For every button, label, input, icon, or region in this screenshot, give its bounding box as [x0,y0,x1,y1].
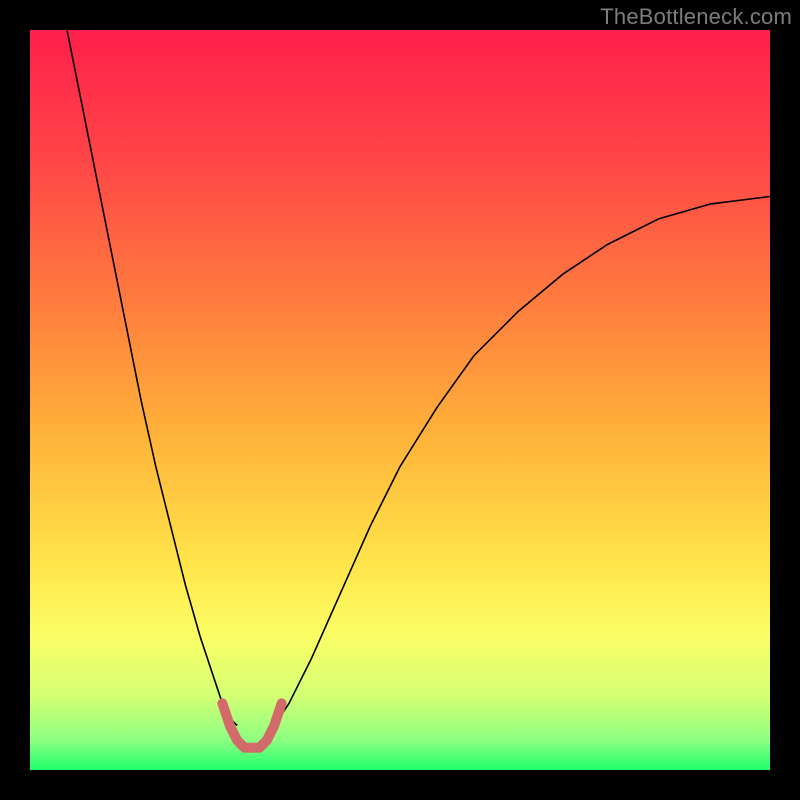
watermark-label: TheBottleneck.com [600,4,792,30]
chart-svg [30,30,770,770]
plot-area [30,30,770,770]
chart-frame: TheBottleneck.com [0,0,800,800]
